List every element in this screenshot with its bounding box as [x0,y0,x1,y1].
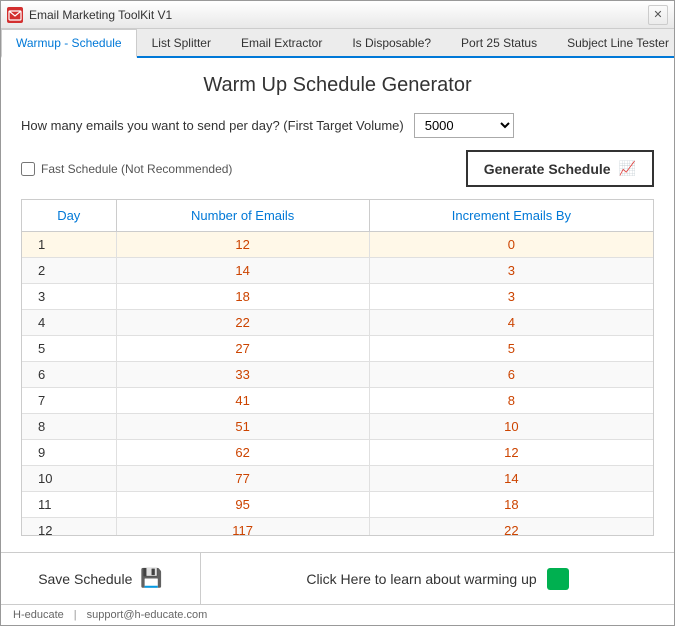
cell-increment: 18 [369,492,653,518]
warmup-link-label: Click Here to learn about warming up [306,571,536,587]
cell-emails: 62 [116,440,369,466]
cell-day: 3 [22,284,116,310]
table-row: 3183 [22,284,653,310]
title-bar-left: Email Marketing ToolKit V1 [7,7,172,23]
cell-increment: 8 [369,388,653,414]
cell-emails: 117 [116,518,369,537]
cell-emails: 77 [116,466,369,492]
table-row: 6336 [22,362,653,388]
generate-btn-label: Generate Schedule [484,161,611,177]
cell-emails: 27 [116,336,369,362]
generate-button[interactable]: Generate Schedule 📈 [466,150,654,187]
title-bar: Email Marketing ToolKit V1 ✕ [1,1,674,29]
tab-bar: Warmup - Schedule List Splitter Email Ex… [1,29,674,58]
table-row: 1211722 [22,518,653,537]
app-title: Email Marketing ToolKit V1 [29,8,172,22]
top-controls: How many emails you want to send per day… [21,113,654,138]
table-row: 4224 [22,310,653,336]
footer-email: support@h-educate.com [87,609,208,621]
schedule-table: Day Number of Emails Increment Emails By… [22,200,653,536]
save-label: Save Schedule [38,571,132,587]
cell-day: 11 [22,492,116,518]
cell-day: 7 [22,388,116,414]
chart-icon: 📈 [619,160,636,177]
tab-is-disposable[interactable]: Is Disposable? [337,29,446,56]
cell-increment: 0 [369,232,653,258]
cell-increment: 6 [369,362,653,388]
tab-subject-line-tester[interactable]: Subject Line Tester [552,29,675,56]
cell-day: 12 [22,518,116,537]
table-row: 7418 [22,388,653,414]
cell-day: 10 [22,466,116,492]
volume-select[interactable]: 5000 1000 2000 3000 4000 10000 [414,113,514,138]
cell-emails: 22 [116,310,369,336]
footer-brand: H-educate [13,609,64,621]
fast-schedule-row: Fast Schedule (Not Recommended) [21,162,232,176]
cell-day: 8 [22,414,116,440]
table-body: 1120214331834224527563367418851109621210… [22,232,653,537]
cell-increment: 14 [369,466,653,492]
save-icon: 💾 [140,568,162,589]
page-title: Warm Up Schedule Generator [21,74,654,97]
fast-schedule-label: Fast Schedule (Not Recommended) [41,162,232,176]
table-header-row: Day Number of Emails Increment Emails By [22,200,653,232]
table-row: 1120 [22,232,653,258]
cell-emails: 18 [116,284,369,310]
tab-warmup-schedule[interactable]: Warmup - Schedule [1,29,137,58]
close-button[interactable]: ✕ [648,5,668,25]
cell-increment: 3 [369,258,653,284]
save-schedule-button[interactable]: Save Schedule 💾 [1,553,201,604]
cell-increment: 5 [369,336,653,362]
warmup-learn-link[interactable]: Click Here to learn about warming up [201,553,674,604]
table-row: 5275 [22,336,653,362]
header-day: Day [22,200,116,232]
controls-row: Fast Schedule (Not Recommended) Generate… [21,150,654,187]
cell-increment: 4 [369,310,653,336]
email-prompt-label: How many emails you want to send per day… [21,118,404,133]
table-row: 2143 [22,258,653,284]
cell-increment: 10 [369,414,653,440]
tab-port-25-status[interactable]: Port 25 Status [446,29,552,56]
cell-increment: 12 [369,440,653,466]
cell-day: 5 [22,336,116,362]
cell-day: 1 [22,232,116,258]
cell-emails: 51 [116,414,369,440]
app-window: Email Marketing ToolKit V1 ✕ Warmup - Sc… [0,0,675,626]
content-area: Warm Up Schedule Generator How many emai… [1,58,674,625]
footer: H-educate | support@h-educate.com [1,604,674,625]
cell-emails: 33 [116,362,369,388]
fast-schedule-checkbox[interactable] [21,162,35,176]
table-row: 96212 [22,440,653,466]
table-row: 107714 [22,466,653,492]
cell-day: 4 [22,310,116,336]
tab-email-extractor[interactable]: Email Extractor [226,29,337,56]
cell-increment: 3 [369,284,653,310]
schedule-table-container[interactable]: Day Number of Emails Increment Emails By… [21,199,654,536]
cell-emails: 41 [116,388,369,414]
cell-emails: 12 [116,232,369,258]
table-row: 85110 [22,414,653,440]
table-row: 119518 [22,492,653,518]
header-emails: Number of Emails [116,200,369,232]
bottom-bar: Save Schedule 💾 Click Here to learn abou… [1,552,674,604]
footer-separator: | [74,609,77,621]
cell-day: 6 [22,362,116,388]
main-area: Warm Up Schedule Generator How many emai… [1,58,674,552]
header-increment: Increment Emails By [369,200,653,232]
app-icon [7,7,23,23]
cell-emails: 14 [116,258,369,284]
green-square-icon [547,568,569,590]
tab-list-splitter[interactable]: List Splitter [137,29,226,56]
cell-emails: 95 [116,492,369,518]
cell-day: 2 [22,258,116,284]
cell-increment: 22 [369,518,653,537]
cell-day: 9 [22,440,116,466]
